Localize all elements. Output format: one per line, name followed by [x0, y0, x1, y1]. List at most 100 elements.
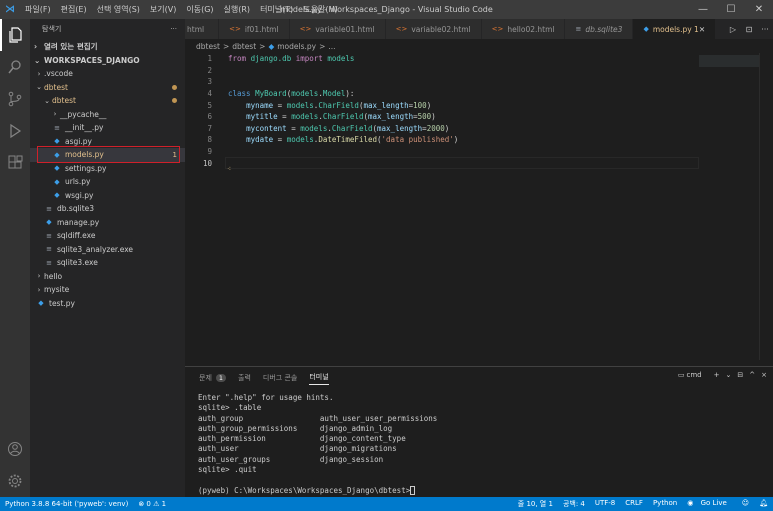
split-editor-icon[interactable]: ⊡: [741, 25, 757, 34]
minimap[interactable]: [699, 53, 759, 360]
tree-item-label: urls.py: [65, 177, 91, 187]
menu-item[interactable]: 이동(G): [181, 4, 218, 15]
terminal-text: auth_group auth_user_user_permissions: [198, 413, 438, 423]
files-icon[interactable]: [0, 19, 30, 51]
tree-item[interactable]: ≡ sqlite3.exe: [30, 256, 185, 270]
tree-item-label: dbtest: [52, 96, 76, 106]
workspace-section[interactable]: ⌄ WORKSPACES_DJANGO: [30, 53, 185, 67]
tree-item[interactable]: › mysite: [30, 283, 185, 297]
panel-actions: ▭ cmd + ⌄ ⊟ ^ ×: [673, 371, 767, 379]
tree-item[interactable]: ≡ sqlite3_analyzer.exe: [30, 243, 185, 257]
close-icon[interactable]: ✕: [745, 0, 773, 19]
code-line: 3: [185, 76, 773, 88]
panel-tab[interactable]: 디버그 콘솔: [263, 373, 297, 383]
tree-item[interactable]: ◆ manage.py: [30, 216, 185, 230]
search-icon[interactable]: [0, 51, 30, 83]
panel-tab-label: 문제: [199, 374, 212, 382]
bottom-panel: 문제 1 출력 디버그 콘솔 터미널 ▭ cmd + ⌄ ⊟ ^ × Enter ".help"…: [185, 366, 773, 497]
line-number: 5: [207, 100, 212, 110]
extensions-icon[interactable]: [0, 147, 30, 179]
breadcrumb-item[interactable]: ...: [328, 42, 335, 51]
tree-item[interactable]: ◆ settings.py: [30, 162, 185, 176]
tree-item[interactable]: › hello: [30, 270, 185, 284]
terminal-line: Enter ".help" for usage hints.: [198, 393, 760, 403]
more-actions-icon[interactable]: ···: [170, 25, 177, 33]
panel-tab[interactable]: 출력: [238, 373, 251, 383]
tree-item[interactable]: ≡ sqldiff.exe: [30, 229, 185, 243]
feedback-icon[interactable]: ☺: [742, 499, 749, 509]
new-terminal-icon[interactable]: +: [714, 371, 720, 379]
line-ending[interactable]: CRLF: [625, 499, 643, 509]
go-live-button[interactable]: ◉ Go Live: [687, 499, 732, 509]
menu-item[interactable]: 선택 영역(S): [92, 4, 145, 15]
language-mode[interactable]: Python: [653, 499, 677, 509]
python-file-icon: ◆: [38, 299, 44, 308]
editor-scrollbar[interactable]: [759, 53, 773, 360]
terminal-text: sqlite> .table: [198, 403, 262, 413]
account-icon[interactable]: [0, 433, 30, 465]
editor-tab[interactable]: <> variable01.html: [289, 19, 386, 39]
menu-item[interactable]: 도움말(H): [298, 4, 342, 15]
tree-item[interactable]: ⌄ dbtest: [30, 81, 185, 95]
tab-close-icon[interactable]: ✕: [699, 25, 705, 34]
tab-label: hello02.html: [507, 24, 555, 34]
code-editor[interactable]: 1 from django.db import models 2 3 4 class My…: [185, 53, 773, 360]
encoding[interactable]: UTF-8: [595, 499, 615, 509]
code-line: 7 mycontent = models.CharField(max_lengt…: [185, 123, 773, 135]
breadcrumb-item[interactable]: models.py: [277, 42, 316, 51]
run-debug-icon[interactable]: [0, 115, 30, 147]
terminal-dropdown-icon[interactable]: ⌄: [726, 371, 732, 379]
tree-item[interactable]: ⌄ dbtest: [30, 94, 185, 108]
line-number: 6: [207, 112, 212, 122]
panel-tab[interactable]: 터미널: [309, 372, 329, 385]
tab-label: html: [187, 24, 205, 34]
terminal-line: auth_user django_migrations: [198, 444, 760, 454]
split-terminal-icon[interactable]: ⊟: [737, 371, 743, 379]
problems-indicator[interactable]: ⊗ 0 ⚠ 1: [138, 500, 166, 508]
editor-tab[interactable]: html: [185, 19, 220, 39]
tree-item-label: __pycache__: [60, 109, 107, 119]
terminal-output[interactable]: Enter ".help" for usage hints. sqlite> .t…: [185, 389, 773, 500]
status-bar: Python 3.8.8 64-bit ('pyweb': venv) ⊗ 0 …: [0, 497, 773, 511]
open-editors-section[interactable]: › 열려 있는 편집기: [30, 39, 185, 53]
close-panel-icon[interactable]: ×: [761, 371, 767, 379]
breadcrumb-item[interactable]: dbtest: [196, 42, 220, 51]
python-file-icon: ◆: [54, 177, 60, 186]
editor-tab[interactable]: ≡ db.sqlite3: [565, 19, 634, 39]
menu-item[interactable]: 실행(R): [219, 4, 256, 15]
menu-item[interactable]: 편집(E): [56, 4, 92, 15]
tree-item[interactable]: ◆ wsgi.py: [30, 189, 185, 203]
tree-item-label: hello: [44, 271, 63, 281]
tree-item[interactable]: ◆ urls.py: [30, 175, 185, 189]
tree-item[interactable]: ≡ __init__.py: [30, 121, 185, 135]
notifications-icon[interactable]: 🔔︎: [759, 499, 768, 509]
indentation[interactable]: 공백: 4: [563, 499, 585, 509]
settings-gear-icon[interactable]: [0, 465, 30, 497]
maximize-panel-icon[interactable]: ^: [749, 371, 755, 379]
minimize-icon[interactable]: —: [689, 0, 717, 19]
cursor-position[interactable]: 줄 10, 열 1: [518, 499, 553, 509]
tree-item[interactable]: ≡ db.sqlite3: [30, 202, 185, 216]
tree-item[interactable]: › .vscode: [30, 67, 185, 81]
terminal-name[interactable]: cmd: [687, 371, 702, 379]
editor-tab[interactable]: <> if01.html: [219, 19, 290, 39]
tree-item-label: dbtest: [44, 82, 68, 92]
menu-item[interactable]: 파일(F): [20, 4, 56, 15]
maximize-icon[interactable]: ☐: [717, 0, 745, 19]
editor-tab[interactable]: ◆ models.py 1 ✕: [633, 19, 717, 39]
terminal-text: auth_user_groups django_session: [198, 454, 384, 464]
tree-item[interactable]: › __pycache__: [30, 108, 185, 122]
menu-item[interactable]: 보기(V): [145, 4, 181, 15]
editor-tab[interactable]: <> hello02.html: [481, 19, 566, 39]
breadcrumb-item[interactable]: dbtest: [232, 42, 256, 51]
run-file-icon[interactable]: ▷: [725, 25, 741, 34]
python-interpreter[interactable]: Python 3.8.8 64-bit ('pyweb': venv): [5, 500, 128, 508]
editor-tab[interactable]: <> variable02.html: [385, 19, 482, 39]
tree-item[interactable]: ◆ test.py: [30, 297, 185, 311]
source-control-icon[interactable]: [0, 83, 30, 115]
menu-item[interactable]: 터미널(T): [255, 4, 298, 15]
lightbulb-icon[interactable]: ⁖: [227, 165, 231, 173]
more-actions-icon[interactable]: ···: [757, 25, 773, 34]
terminal-line: (pyweb) C:\Workspaces\Workspaces_Django\…: [198, 486, 760, 496]
panel-tab[interactable]: 문제 1: [199, 373, 227, 383]
